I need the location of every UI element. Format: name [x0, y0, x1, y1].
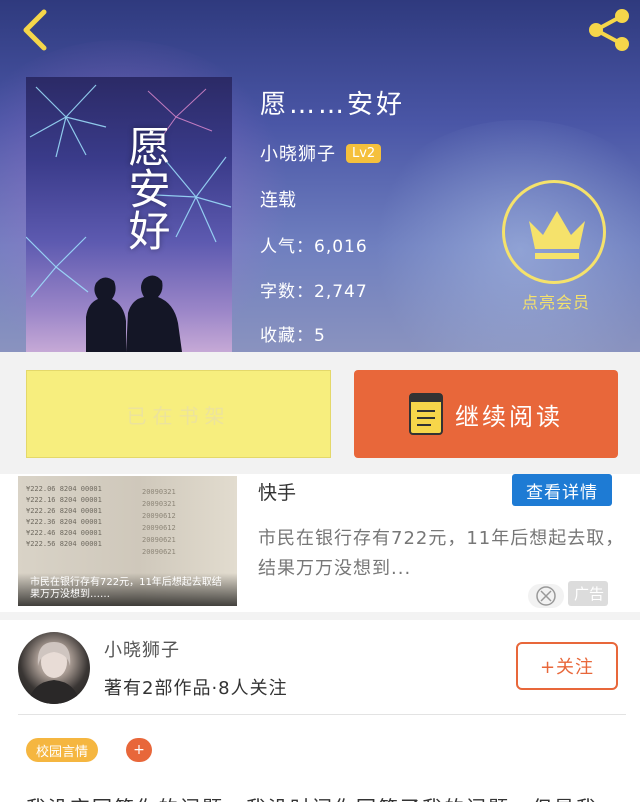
divider	[18, 714, 626, 715]
ad-image-row: 20090612	[142, 512, 176, 520]
ad-image-row: ¥222.46 8204 00001	[26, 529, 102, 537]
close-icon	[536, 586, 556, 606]
ad-image-row: 20090321	[142, 500, 176, 508]
popularity-stat: 人气：6,016	[260, 237, 368, 257]
continue-reading-label: 继续阅读	[455, 402, 563, 431]
ad-source: 快手	[258, 482, 297, 504]
book-detail-page: 愿安好 愿……安好 小晓狮子 Lv2 连载 人气：6,016 字数：2,747 …	[0, 0, 640, 802]
book-header: 愿安好 愿……安好 小晓狮子 Lv2 连载 人气：6,016 字数：2,747 …	[0, 0, 640, 352]
book-cover[interactable]: 愿安好	[26, 77, 232, 352]
author-section-name[interactable]: 小晓狮子	[104, 636, 180, 662]
avatar[interactable]	[18, 632, 90, 704]
author-row[interactable]: 小晓狮子 Lv2	[260, 140, 382, 166]
crown-icon	[529, 211, 585, 259]
in-shelf-button[interactable]: 已在书架	[26, 370, 331, 458]
ad-image-rows: ¥222.06 8204 00001 ¥222.16 8204 00001 ¥222…	[26, 484, 102, 550]
vip-button[interactable]	[502, 180, 606, 284]
book-icon	[409, 393, 443, 435]
add-tag-button[interactable]: +	[126, 738, 152, 762]
ad-image-row: 20090612	[142, 524, 176, 532]
action-bar: 已在书架 继续阅读	[0, 352, 640, 474]
book-title: 愿……安好	[260, 90, 406, 120]
ad-image-row: ¥222.56 8204 00001	[26, 540, 102, 548]
genre-tag[interactable]: 校园言情	[26, 738, 99, 762]
ad-image-row: ¥222.26 8204 00001	[26, 507, 102, 515]
view-details-button[interactable]: 查看详情	[512, 474, 612, 506]
back-icon[interactable]	[14, 8, 58, 52]
ad-image-row: ¥222.36 8204 00001	[26, 518, 102, 526]
serial-status: 连载	[260, 190, 296, 211]
ad-image[interactable]: ¥222.06 8204 00001 ¥222.16 8204 00001 ¥222…	[18, 476, 237, 606]
ad-image-row: ¥222.06 8204 00001	[26, 485, 102, 493]
ad-label: 广告	[568, 581, 609, 606]
ad-image-row: 20090621	[142, 548, 176, 556]
ad-banner[interactable]: ¥222.06 8204 00001 ¥222.16 8204 00001 ¥222…	[0, 474, 640, 612]
ad-caption: 市民在银行存有722元，11年后想起去取结果万万没想到……	[18, 573, 237, 606]
continue-reading-button[interactable]: 继续阅读	[354, 370, 618, 458]
share-icon[interactable]	[584, 6, 634, 54]
word-count-stat: 字数：2,747	[260, 282, 368, 302]
cover-title: 愿安好	[122, 125, 171, 251]
author-meta: 著有2部作品·8人关注	[104, 678, 288, 699]
favorites-stat: 收藏：5	[260, 326, 326, 346]
follow-button[interactable]: +关注	[516, 642, 618, 690]
ad-image-row: 20090621	[142, 536, 176, 544]
ad-close-button[interactable]	[528, 584, 564, 608]
ad-image-rows-2: 20090321 20090321 20090612 20090612 20090621…	[142, 486, 176, 558]
level-badge: Lv2	[346, 143, 382, 163]
ad-image-row: 20090321	[142, 488, 176, 496]
author-name[interactable]: 小晓狮子	[260, 140, 336, 166]
author-section: 小晓狮子 著有2部作品·8人关注 +关注 校园言情 + 我没空回答你的问题，我没…	[0, 612, 640, 802]
book-intro: 我没空回答你的问题，我没时间你回答了我的问题，但是我	[26, 792, 626, 802]
ad-image-row: ¥222.16 8204 00001	[26, 496, 102, 504]
vip-label[interactable]: 点亮会员	[508, 289, 604, 313]
ad-description[interactable]: 市民在银行存有722元，11年后想起去取，结果万万没想到...	[258, 524, 626, 584]
